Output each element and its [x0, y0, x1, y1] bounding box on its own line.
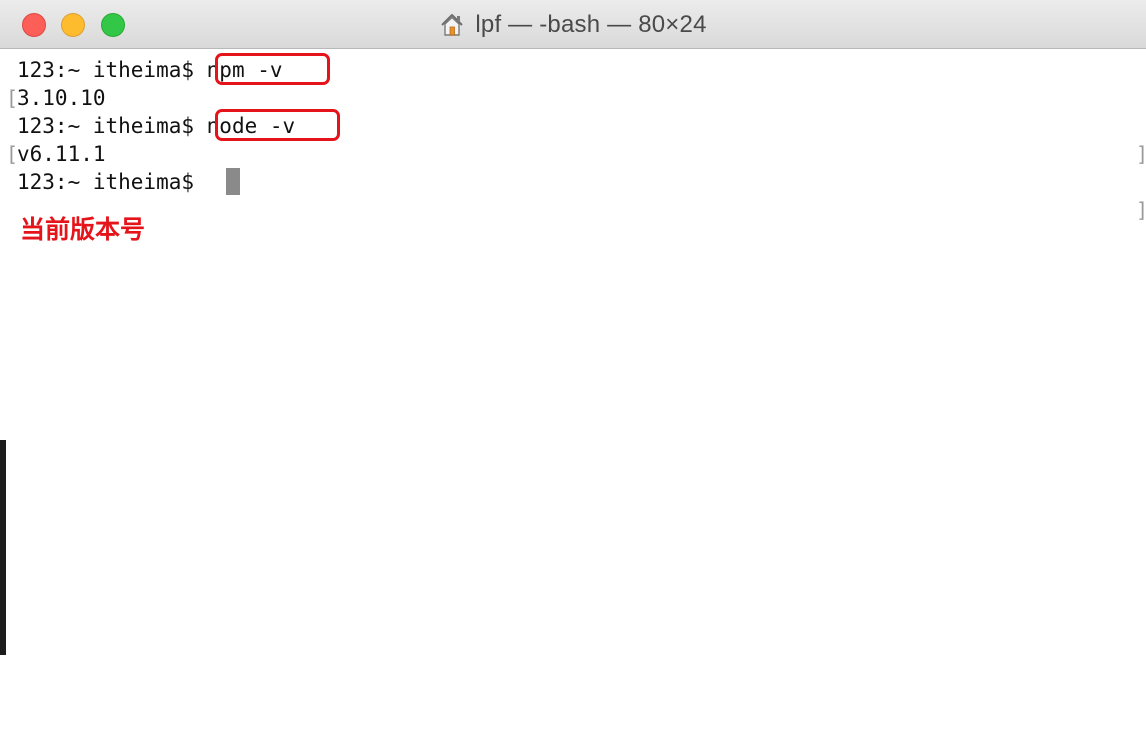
prompt: 123:~ itheima$ [17, 58, 207, 82]
terminal-line: [ 123:~ itheima$ node -v ] [6, 112, 1146, 222]
window-title: lpf — -bash — 80×24 [475, 10, 707, 38]
terminal-window: lpf — -bash — 80×24 [ 123:~ itheima$ npm… [0, 0, 1146, 730]
text-cursor [226, 168, 240, 195]
command-highlight-box [215, 109, 340, 141]
terminal-line: v6.11.1 [6, 140, 106, 168]
mark-bracket-right: ] [1136, 140, 1146, 168]
terminal-content[interactable]: [ 123:~ itheima$ npm -v ] 3.10.10 [ 123:… [6, 50, 1146, 730]
window-title-group: lpf — -bash — 80×24 [0, 0, 1146, 49]
prompt: 123:~ itheima$ [17, 170, 207, 194]
terminal-line: 123:~ itheima$ [6, 168, 194, 196]
title-bar[interactable]: lpf — -bash — 80×24 [0, 0, 1146, 49]
output: v6.11.1 [17, 142, 106, 166]
annotation-label: 当前版本号 [20, 215, 146, 244]
home-icon [439, 12, 465, 38]
output: 3.10.10 [17, 86, 106, 110]
terminal-line: 3.10.10 [6, 84, 106, 112]
mark-bracket-right: ] [1136, 196, 1146, 224]
terminal-line: [ 123:~ itheima$ npm -v ] [6, 56, 1146, 166]
prompt: 123:~ itheima$ [17, 114, 207, 138]
command-highlight-box [215, 53, 330, 85]
